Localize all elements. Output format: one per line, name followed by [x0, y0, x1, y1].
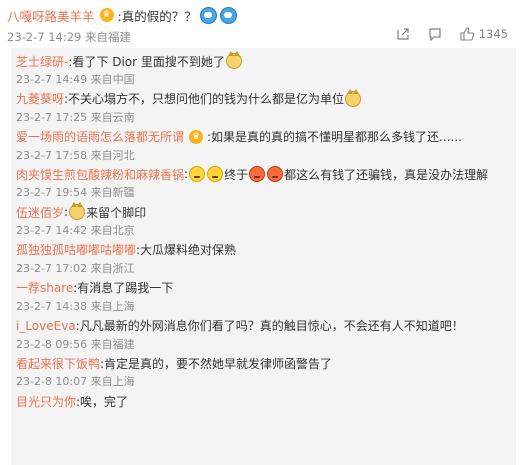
reply-item: 看起来很下饭鸭 :肯定是真的，要不然她早就发律师函警告了 23-2-8 10:0…: [11, 350, 516, 389]
reply-meta: 23-2-7 17:02 来自浙江: [16, 261, 135, 275]
comment-icon[interactable]: [428, 27, 442, 41]
reply-text: :有消息了踢我一下: [73, 281, 174, 296]
reply-item: 肉夹馍生煎包酸辣粉和麻辣香锅 : 终于 都这么有钱了还骗钱，真是没办法理解 23…: [11, 161, 516, 199]
reply-username[interactable]: 看起来很下饭鸭: [16, 355, 100, 372]
reply-meta: 23-2-8 09:56 来自福建: [16, 337, 135, 351]
main-comment-text: :真的假的？？: [117, 8, 197, 24]
reply-item: 伍迷佰岁 : 来留个脚印 23-2-7 14:42 来自北京: [11, 199, 516, 237]
like-count: 1345: [478, 27, 508, 41]
reply-item: 孤独独孤咕嘟嘟咕嘟嘟 :大瓜爆料绝对保熟 23-2-7 17:02 来自浙江: [11, 237, 516, 275]
reply-meta: 23-2-7 19:54 来自新疆: [16, 186, 135, 200]
reply-list: 芝士绿研- :看了下 Dior 里面搜不到她了 23-2-7 14:49 来自中…: [11, 48, 516, 465]
reply-username[interactable]: 孤独独孤咕嘟嘟咕嘟嘟: [16, 241, 136, 258]
main-comment-line: 八嘎呀路美羊羊 ♛ :真的假的？？: [7, 4, 237, 26]
reply-username[interactable]: 伍迷佰岁: [16, 204, 64, 221]
angry-emoji-icon: [249, 166, 266, 183]
reply-text: :看了下 Dior 里面搜不到她了: [68, 54, 225, 69]
main-comment-meta: 23-2-7 14:29 来自福建: [7, 30, 132, 44]
reply-username[interactable]: 九菱葵呀: [16, 90, 64, 107]
crown-icon: ♛: [189, 129, 204, 144]
crown-icon: ♛: [99, 8, 114, 22]
main-comment-username[interactable]: 八嘎呀路美羊羊: [7, 6, 95, 25]
reply-text: 都这么有钱了还骗钱，真是没办法理解: [284, 167, 489, 182]
share-icon[interactable]: [396, 27, 410, 41]
reply-username[interactable]: 目光只为你: [16, 393, 76, 410]
smile-emoji-icon: [189, 166, 206, 183]
reply-meta: 23-2-7 14:49 来自中国: [16, 73, 135, 86]
reply-meta: 23-2-8 10:07 来自上海: [16, 375, 135, 389]
reply-text: 来留个脚印: [86, 205, 147, 220]
reply-meta: 23-2-7 14:42 来自北京: [16, 224, 135, 238]
reply-text: :如果是真的真的搞不懂明星都那么多钱了还......: [207, 130, 462, 145]
reply-item: 爱一场雨的语雨怎么落都无所谓 ♛ :如果是真的真的搞不懂明星都那么多钱了还...…: [11, 124, 516, 162]
angry-emoji-icon: [267, 166, 284, 183]
reply-meta: 23-2-7 17:25 来自云南: [16, 110, 135, 124]
reply-text: :不关心塌方不，只想问他们的钱为什么都是亿为单位: [64, 92, 345, 107]
reply-username[interactable]: 爱一场雨的语雨怎么落都无所谓: [16, 128, 184, 145]
cat-emoji-icon: [225, 51, 242, 69]
doraemon-emoji-icon: [219, 6, 237, 24]
reply-item: 九菱葵呀 :不关心塌方不，只想问他们的钱为什么都是亿为单位 23-2-7 17:…: [11, 86, 516, 124]
reply-text: :: [184, 167, 189, 182]
main-comment-actions: 1345: [378, 27, 508, 41]
reply-username[interactable]: 肉夹馍生煎包酸辣粉和麻辣香锅: [16, 166, 184, 183]
reply-meta: 23-2-7 14:38 来自上海: [16, 299, 135, 313]
like-icon[interactable]: [460, 27, 474, 41]
reply-username[interactable]: 芝士绿研-: [16, 53, 68, 70]
reply-text: :唉，完了: [76, 394, 129, 409]
reply-text: 终于: [224, 167, 249, 182]
cat-emoji-icon: [69, 202, 86, 221]
reply-text: :: [64, 205, 69, 220]
reply-text: :肯定是真的，要不然她早就发律师函警告了: [100, 356, 333, 371]
reply-text: :大瓜爆料绝对保熟: [136, 243, 237, 258]
reply-text: :凡凡最新的外网消息你们看了吗？真的触目惊心，不会还有人不知道吧！: [75, 319, 464, 334]
main-comment: 八嘎呀路美羊羊 ♛ :真的假的？？ 23-2-7 14:29 来自福建 1345: [0, 0, 522, 48]
reply-item: 目光只为你 :唉，完了: [11, 388, 516, 426]
reply-meta: 23-2-7 17:58 来自河北: [16, 148, 135, 162]
reply-username[interactable]: 一荐share: [16, 279, 73, 296]
reply-item: 芝士绿研- :看了下 Dior 里面搜不到她了 23-2-7 14:49 来自中…: [11, 48, 516, 86]
doraemon-emoji-icon: [199, 6, 217, 24]
cat-emoji-icon: [345, 88, 362, 107]
smile-emoji-icon: [207, 166, 224, 183]
reply-username[interactable]: i_LoveEva: [16, 319, 76, 333]
reply-item: 一荐share :有消息了踢我一下 23-2-7 14:38 来自上海: [11, 275, 516, 313]
reply-item: i_LoveEva :凡凡最新的外网消息你们看了吗？真的触目惊心，不会还有人不知…: [11, 313, 516, 351]
